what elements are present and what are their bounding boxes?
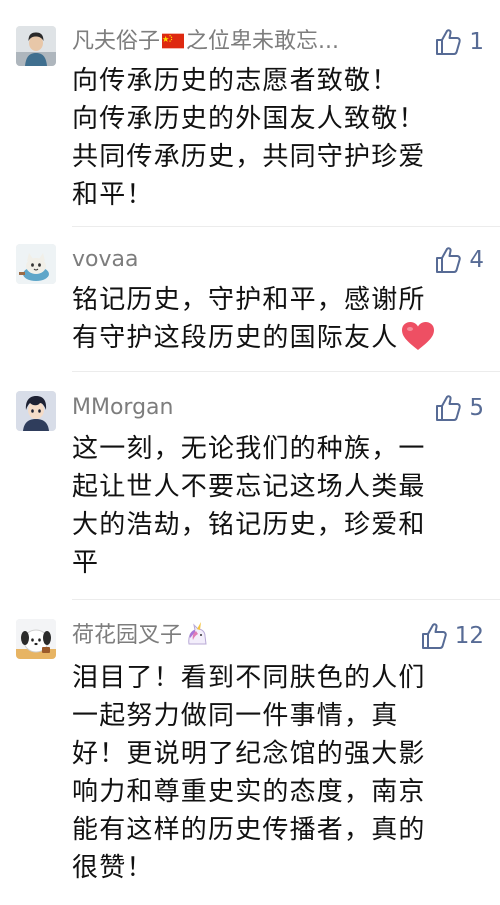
thumbs-up-icon [421,623,447,649]
like-button[interactable]: 4 [433,244,484,276]
avatar-anime-icon[interactable] [16,391,56,431]
username-label: 荷花园叉子 [72,623,183,648]
username[interactable]: 凡夫俗子 之位卑未敢忘... [72,28,339,56]
like-button[interactable]: 5 [433,392,484,424]
comment-header: 荷花园叉子 12 [72,620,484,652]
comment-line: 铭记历史，守护和平，感谢所 [72,285,426,315]
like-count: 5 [469,395,484,421]
username[interactable]: MMorgan [72,394,173,422]
avatar-man-icon[interactable] [16,26,56,66]
comment-line: 这一刻，无论我们的种族，一 [72,434,426,464]
divider [72,371,500,372]
comment-line: 泪目了！看到不同肤色的人们 [72,663,426,693]
comment-list: 凡夫俗子 之位卑未敢忘... 1 向传承历史的志愿者致敬！ 向传承历史的外国友人… [0,0,500,905]
unicorn-icon [188,622,207,645]
comment-line: 大的浩劫，铭记历史，珍爱和 [72,510,426,540]
divider [72,226,500,227]
username[interactable]: vovaa [72,246,138,274]
comment-line: 共同传承历史，共同守护珍爱 [72,142,426,172]
heart-icon [402,322,435,350]
avatar-cat-icon[interactable] [16,244,56,284]
comment-text: 这一刻，无论我们的种族，一 起让世人不要忘记这场人类最 大的浩劫，铭记历史，珍爱… [72,430,482,582]
comment-line: 一起努力做同一件事情，真 [72,701,399,731]
comment-line: 起让世人不要忘记这场人类最 [72,472,426,502]
like-count: 12 [454,623,484,649]
thumbs-up-icon [436,29,462,55]
comment-line: 平 [72,548,100,578]
comment-header: 凡夫俗子 之位卑未敢忘... 1 [72,26,484,58]
thumbs-up-icon [436,395,462,421]
username[interactable]: 荷花园叉子 [72,622,210,650]
like-button[interactable]: 12 [419,620,484,652]
comment-text: 铭记历史，守护和平，感谢所 有守护这段历史的国际友人 [72,281,482,357]
username-suffix: 之位卑未敢忘... [186,29,339,54]
like-count: 4 [469,247,484,273]
thumbs-up-icon [436,247,462,273]
like-count: 1 [469,29,484,55]
comment-line-with-icon: 有守护这段历史的国际友人 [72,319,482,357]
avatar-pochacco-icon[interactable] [16,619,56,659]
divider [72,599,500,600]
comment-line: 能有这样的历史传播者，真的 [72,815,426,845]
comment-header: MMorgan 5 [72,392,484,424]
comment-text: 泪目了！看到不同肤色的人们 一起努力做同一件事情，真 好！更说明了纪念馆的强大影… [72,659,482,887]
comment-line: 很赞！ [72,853,154,883]
comment-line: 向传承历史的志愿者致敬！ [72,66,399,96]
comment-line: 和平！ [72,180,154,210]
like-button[interactable]: 1 [433,26,484,58]
comment-line: 向传承历史的外国友人致敬！ [72,104,426,134]
china-flag-icon [162,33,185,49]
comment-line: 有守护这段历史的国际友人 [72,323,399,353]
comment-line: 响力和尊重史实的态度，南京 [72,777,426,807]
username-prefix: 凡夫俗子 [72,29,161,54]
comment-text: 向传承历史的志愿者致敬！ 向传承历史的外国友人致敬！ 共同传承历史，共同守护珍爱… [72,62,482,214]
comment-line: 好！更说明了纪念馆的强大影 [72,739,426,769]
comment-header: vovaa 4 [72,244,484,276]
